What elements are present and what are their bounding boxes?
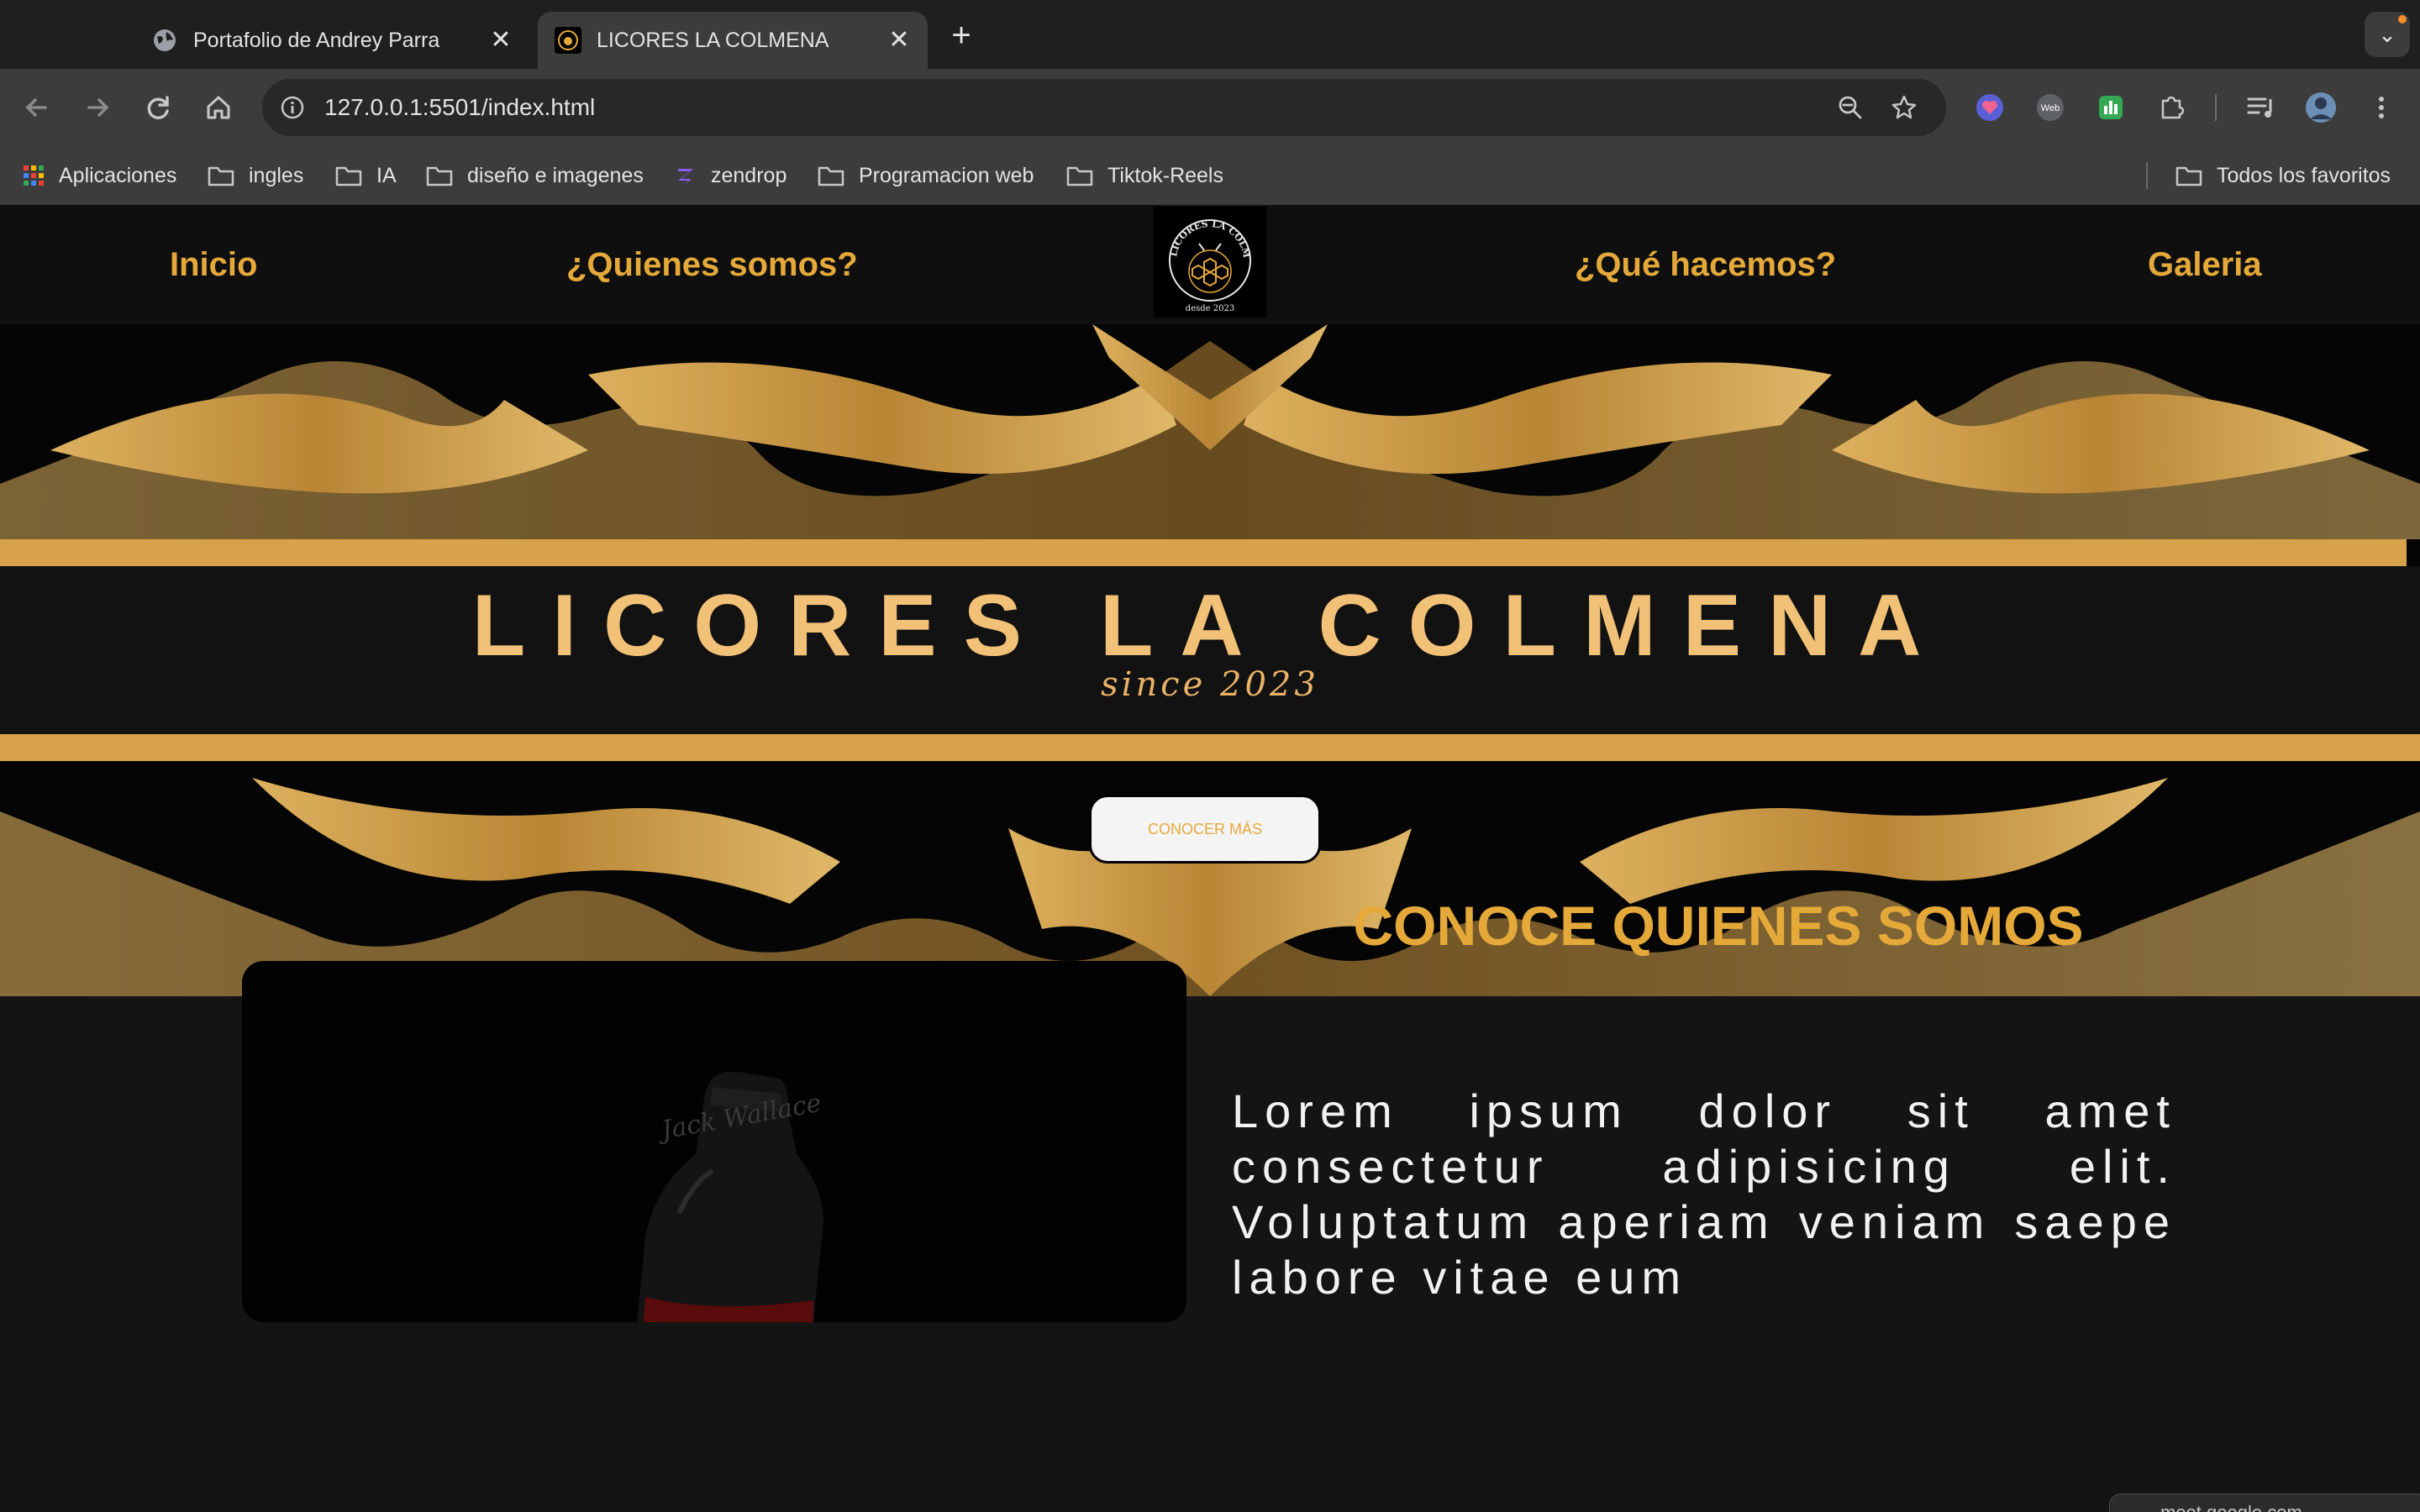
site-info-icon[interactable] <box>276 91 309 124</box>
bookmark-label: IA <box>376 163 397 187</box>
extension-heart-icon[interactable] <box>1971 89 2008 126</box>
nav-link-quienes-somos[interactable]: ¿Quienes somos? <box>566 205 858 324</box>
nav-link-que-hacemos[interactable]: ¿Qué hacemos? <box>1575 205 1836 324</box>
home-icon <box>207 96 230 119</box>
extension-chart-icon[interactable] <box>2092 89 2129 126</box>
svg-text:Web: Web <box>2041 103 2060 113</box>
hero-subtitle: since 2023 <box>1101 665 1319 704</box>
home-button[interactable] <box>198 87 239 128</box>
colmena-logo-emblem: LICORES LA COLMENA desde 2023 <box>1150 205 1252 313</box>
tab-title: Portafolio de Andrey Parra <box>193 28 440 52</box>
tab-portafolio[interactable]: Portafolio de Andrey Parra ✕ <box>134 12 529 69</box>
bookmark-all-favorites[interactable]: Todos los favoritos <box>2175 146 2391 205</box>
folder-icon <box>818 166 844 186</box>
conocer-mas-button[interactable]: CONOCER MÁS <box>1089 795 1321 864</box>
bookmarks-bar: Aplicaciones ingles IA diseño e imagenes… <box>0 146 2420 206</box>
back-button[interactable] <box>17 87 57 128</box>
bookmark-label: ingles <box>249 163 304 187</box>
nav-link-inicio[interactable]: Inicio <box>170 205 257 324</box>
tab-licores[interactable]: LICORES LA COLMENA ✕ <box>538 12 928 69</box>
bookmark-label: diseño e imagenes <box>467 163 644 187</box>
nav-link-galeria[interactable]: Galeria <box>2148 205 2262 324</box>
bookmark-zendrop[interactable]: zendrop <box>674 146 786 205</box>
gold-band-bottom <box>0 734 2420 761</box>
bookmark-star-icon[interactable] <box>1887 91 1921 124</box>
chevron-down-icon: ⌄ <box>2378 22 2396 47</box>
forward-button[interactable] <box>77 87 118 128</box>
tab-title: LICORES LA COLMENA <box>597 28 829 52</box>
bookmark-label: Tiktok-Reels <box>1107 163 1223 187</box>
bookmarks-separator <box>2146 162 2148 189</box>
notification-dot <box>2398 15 2407 24</box>
bookmark-folder-ia[interactable]: IA <box>334 146 397 205</box>
media-controls-icon[interactable] <box>2242 89 2279 126</box>
liquor-bottle-image: Jack Wallace <box>242 961 1186 1322</box>
reload-icon <box>147 96 169 119</box>
site-logo[interactable]: LICORES LA COLMENA desde 2023 <box>1150 205 1266 318</box>
site-logo-favicon-icon <box>555 27 581 54</box>
gold-band-top <box>0 539 2407 566</box>
about-photo: Jack Wallace <box>242 961 1186 1322</box>
apps-grid-icon <box>24 165 44 186</box>
toast-text: meet.google.com <box>2160 1502 2302 1512</box>
extension-web-icon[interactable]: Web <box>2032 89 2069 126</box>
browser-toolbar: 127.0.0.1:5501/index.html Web <box>0 69 2420 146</box>
bookmark-folder-programacion[interactable]: Programacion web <box>817 146 1034 205</box>
tab-search-button[interactable]: ⌄ <box>2365 12 2410 57</box>
bookmark-label: Todos los favoritos <box>2217 163 2391 187</box>
bookmark-label: Programacion web <box>859 163 1034 187</box>
kebab-menu-icon[interactable] <box>2363 89 2400 126</box>
close-tab-icon[interactable]: ✕ <box>484 24 518 57</box>
folder-icon <box>2175 166 2202 186</box>
logo-sub-lettering: desde 2023 <box>1186 304 1234 313</box>
back-arrow-icon <box>25 98 47 117</box>
forward-arrow-icon <box>87 98 109 117</box>
zendrop-icon <box>678 169 693 184</box>
bookmark-label: zendrop <box>711 163 787 187</box>
zoom-icon[interactable] <box>1833 91 1867 124</box>
extensions-puzzle-icon[interactable] <box>2153 89 2190 126</box>
address-bar[interactable]: 127.0.0.1:5501/index.html <box>262 79 1946 136</box>
tab-strip: Portafolio de Andrey Parra ✕ LICORES LA … <box>0 0 2420 69</box>
hero-title: LICORES LA COLMENA <box>471 577 1949 675</box>
bookmark-aplicaciones[interactable]: Aplicaciones <box>22 146 176 205</box>
toolbar-separator <box>2215 94 2217 121</box>
bookmark-folder-tiktok[interactable]: Tiktok-Reels <box>1065 146 1223 205</box>
web-page: Inicio ¿Quienes somos? LICORES LA COLMEN… <box>0 205 2420 1512</box>
about-paragraph: Lorem ipsum dolor sit amet consectetur a… <box>1232 1084 2176 1304</box>
close-tab-icon[interactable]: ✕ <box>882 24 916 57</box>
bookmark-folder-diseno[interactable]: diseño e imagenes <box>425 146 644 205</box>
profile-avatar[interactable] <box>2302 89 2339 126</box>
screen-share-toast[interactable]: meet.google.com <box>2109 1494 2420 1512</box>
new-tab-button[interactable]: + <box>941 17 981 57</box>
globe-icon <box>154 29 176 51</box>
folder-icon <box>335 166 362 186</box>
bookmark-label: Aplicaciones <box>59 163 177 187</box>
folder-icon <box>426 166 453 186</box>
about-section-title: CONOCE QUIENES SOMOS <box>1353 895 2084 957</box>
bookmark-folder-ingles[interactable]: ingles <box>207 146 303 205</box>
url-text[interactable]: 127.0.0.1:5501/index.html <box>324 79 595 136</box>
folder-icon <box>208 166 234 186</box>
reload-button[interactable] <box>138 87 178 128</box>
site-navbar: Inicio ¿Quienes somos? LICORES LA COLMEN… <box>0 205 2420 324</box>
folder-icon <box>1066 166 1093 186</box>
